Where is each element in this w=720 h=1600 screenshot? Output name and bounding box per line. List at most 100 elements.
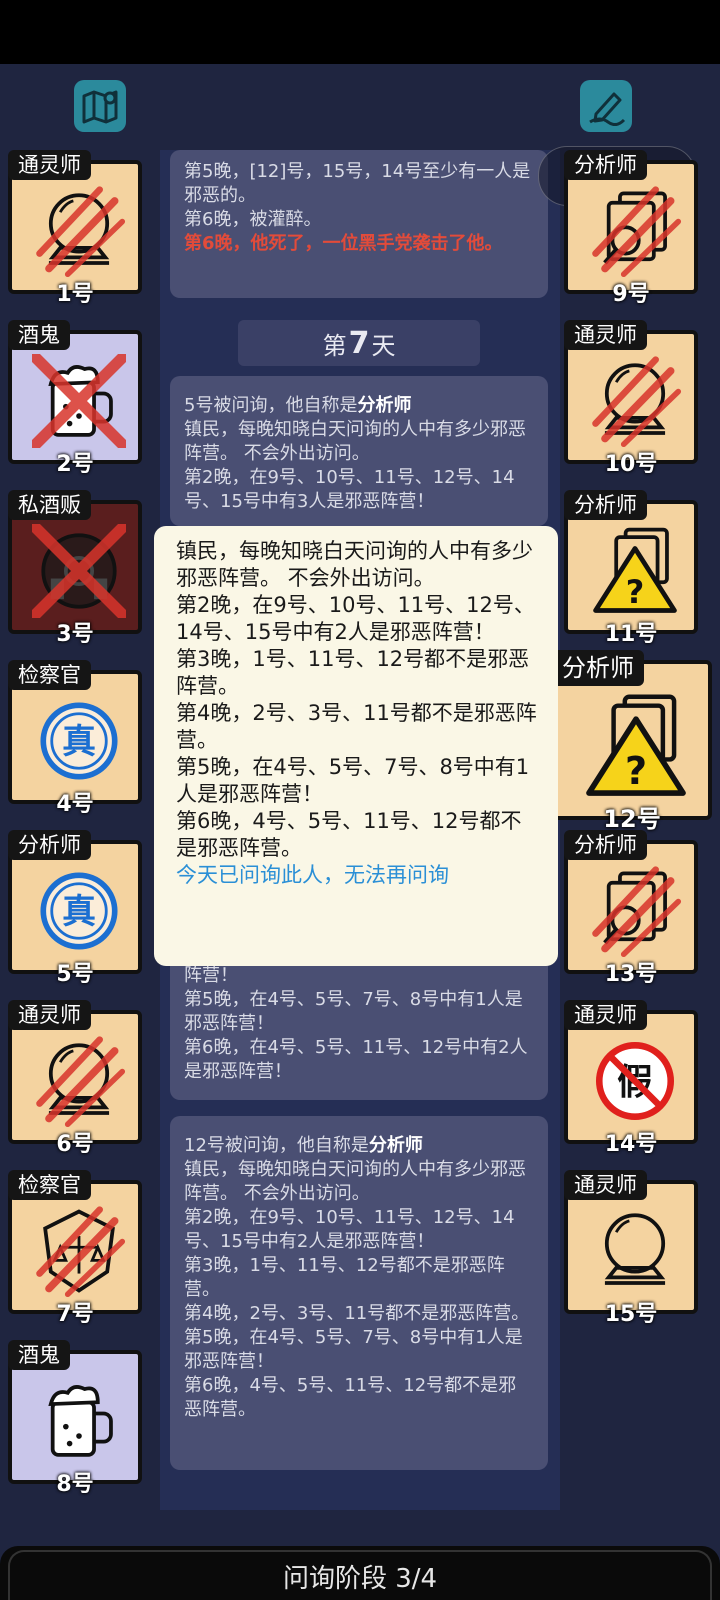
player-number: 10号 — [604, 452, 658, 477]
phase-label: 问询阶段 3/4 — [8, 1550, 712, 1600]
warning-question-icon: ? — [593, 527, 677, 613]
player-tile-left-4[interactable]: 真 分析师 5号 — [8, 830, 142, 987]
player-frame: 假 — [564, 1010, 698, 1144]
eliminated-x-icon — [32, 354, 126, 448]
player-number: 11号 — [604, 622, 658, 647]
player-frame — [8, 330, 142, 464]
tooltip-notice: 今天已问询此人，无法再问询 — [176, 863, 449, 887]
log-card-player-5[interactable]: 5号被问询，他自称是分析师 镇民，每晚知晓白天问询的人中有多少邪恶阵营。 不会外… — [170, 376, 548, 526]
day-number: 7 — [348, 325, 370, 361]
player-tile-left-5[interactable]: 通灵师 6号 — [8, 1000, 142, 1157]
phase-bar: 问询阶段 3/4 — [0, 1546, 720, 1600]
claimed-role: 分析师 — [368, 1135, 423, 1156]
player-number: 12号 — [603, 805, 661, 833]
player-role-label: 检察官 — [8, 1170, 91, 1200]
player-tile-right-2[interactable]: ? 分析师 11号 — [564, 490, 698, 647]
verified-stamp-icon: 真 — [40, 872, 118, 950]
player-tile-right-6[interactable]: 通灵师 15号 — [564, 1170, 698, 1327]
card-body: 镇民，每晚知晓白天问询的人中有多少邪恶阵营。 不会外出访问。 第2晚，在9号、1… — [184, 1159, 530, 1420]
player-number: 15号 — [604, 1302, 658, 1327]
player-frame: 真 — [8, 670, 142, 804]
claw-slash-icon — [592, 356, 682, 448]
svg-text:真: 真 — [62, 722, 96, 761]
fake-stamp-icon: 假 — [595, 1041, 675, 1121]
claimed-role: 分析师 — [357, 395, 412, 416]
player-frame — [8, 160, 142, 294]
claw-slash-icon — [36, 1206, 126, 1298]
beer-mug-icon — [48, 1385, 113, 1457]
player-role-label: 私酒贩 — [8, 490, 91, 520]
warning-question-icon: ? — [586, 694, 686, 796]
player-frame — [564, 840, 698, 974]
player-number: 9号 — [612, 282, 650, 307]
player-number: 6号 — [56, 1132, 94, 1157]
player-tile-left-2[interactable]: 私酒贩 3号 — [8, 490, 142, 647]
player-frame: 真 — [8, 840, 142, 974]
player-number: 3号 — [56, 622, 94, 647]
player-number: 13号 — [604, 962, 658, 987]
card-header: 5号被问询，他自称是 — [184, 395, 358, 416]
log-card-night: 第5晚，[12]号，15号，14号至少有一人是邪恶的。 第6晚，被灌醉。 第6晚… — [170, 150, 548, 298]
svg-text:?: ? — [626, 573, 645, 611]
player-role-label: 酒鬼 — [8, 320, 70, 350]
player-number: 2号 — [56, 452, 94, 477]
player-tile-right-0[interactable]: 分析师 9号 — [564, 150, 698, 307]
player-frame — [564, 1180, 698, 1314]
player-role-label: 分析师 — [552, 650, 644, 686]
claw-slash-icon — [592, 186, 682, 278]
notes-button[interactable] — [580, 80, 632, 132]
claw-slash-icon — [36, 186, 126, 278]
player-role-label: 检察官 — [8, 660, 91, 690]
player-frame — [564, 160, 698, 294]
player-number: 7号 — [56, 1302, 94, 1327]
card-header: 12号被问询，他自称是 — [184, 1135, 369, 1156]
tooltip-body: 镇民，每晚知晓白天问询的人中有多少邪恶阵营。 不会外出访问。 第2晚，在9号、1… — [176, 539, 537, 860]
player-role-label: 通灵师 — [564, 1000, 647, 1030]
player-tile-right-1[interactable]: 通灵师 10号 — [564, 320, 698, 477]
player-tile-right-4[interactable]: 分析师 13号 — [564, 830, 698, 987]
player-frame — [8, 1350, 142, 1484]
player-number: 1号 — [56, 282, 94, 307]
death-notice: 第6晚，他死了，一位黑手党袭击了他。 — [184, 233, 503, 254]
player-number: 5号 — [56, 962, 94, 987]
log-card-player-12[interactable]: 12号被问询，他自称是分析师 镇民，每晚知晓白天问询的人中有多少邪恶阵营。 不会… — [170, 1116, 548, 1470]
claw-slash-icon — [36, 1036, 126, 1128]
log-line: 第6晚，被灌醉。 — [184, 209, 322, 230]
day-prefix: 第 — [322, 331, 347, 360]
player-frame: ? — [564, 500, 698, 634]
player-role-label: 分析师 — [564, 150, 647, 180]
day-suffix: 天 — [371, 331, 396, 360]
player-frame — [564, 330, 698, 464]
player-role-label: 通灵师 — [564, 1170, 647, 1200]
status-bar — [0, 0, 720, 64]
player-number: 8号 — [56, 1472, 94, 1497]
claw-slash-icon — [592, 866, 682, 958]
player-role-label: 分析师 — [564, 830, 647, 860]
map-icon — [82, 90, 118, 124]
player-tile-right-3[interactable]: ? 分析师 12号 — [552, 650, 712, 833]
player-tile-right-5[interactable]: 假 通灵师 14号 — [564, 1000, 698, 1157]
map-button[interactable] — [74, 80, 126, 132]
player-tile-left-1[interactable]: 酒鬼 2号 — [8, 320, 142, 477]
player-number: 4号 — [56, 792, 94, 817]
player-role-label: 酒鬼 — [8, 1340, 70, 1370]
log-line: 第5晚，[12]号，15号，14号至少有一人是邪恶的。 — [184, 161, 531, 206]
card-body: 镇民，每晚知晓白天问询的人中有多少邪恶阵营。 不会外出访问。 第2晚，在9号、1… — [184, 419, 526, 512]
player-tile-left-6[interactable]: 检察官 7号 — [8, 1170, 142, 1327]
player-number: 14号 — [604, 1132, 658, 1157]
day-banner: 第7天 — [238, 320, 480, 366]
player-frame — [8, 1010, 142, 1144]
verified-stamp-icon: 真 — [40, 702, 118, 780]
player-tile-left-3[interactable]: 真 检察官 4号 — [8, 660, 142, 817]
svg-text:真: 真 — [62, 892, 96, 931]
pencil-icon — [589, 92, 626, 126]
eliminated-x-icon — [32, 524, 126, 618]
player-tile-left-7[interactable]: 酒鬼 8号 — [8, 1340, 142, 1497]
player-role-label: 分析师 — [564, 490, 647, 520]
svg-text:?: ? — [625, 749, 647, 793]
player-role-label: 通灵师 — [564, 320, 647, 350]
player-role-label: 通灵师 — [8, 150, 91, 180]
player-role-label: 分析师 — [8, 830, 91, 860]
player-frame — [8, 1180, 142, 1314]
player-tile-left-0[interactable]: 通灵师 1号 — [8, 150, 142, 307]
